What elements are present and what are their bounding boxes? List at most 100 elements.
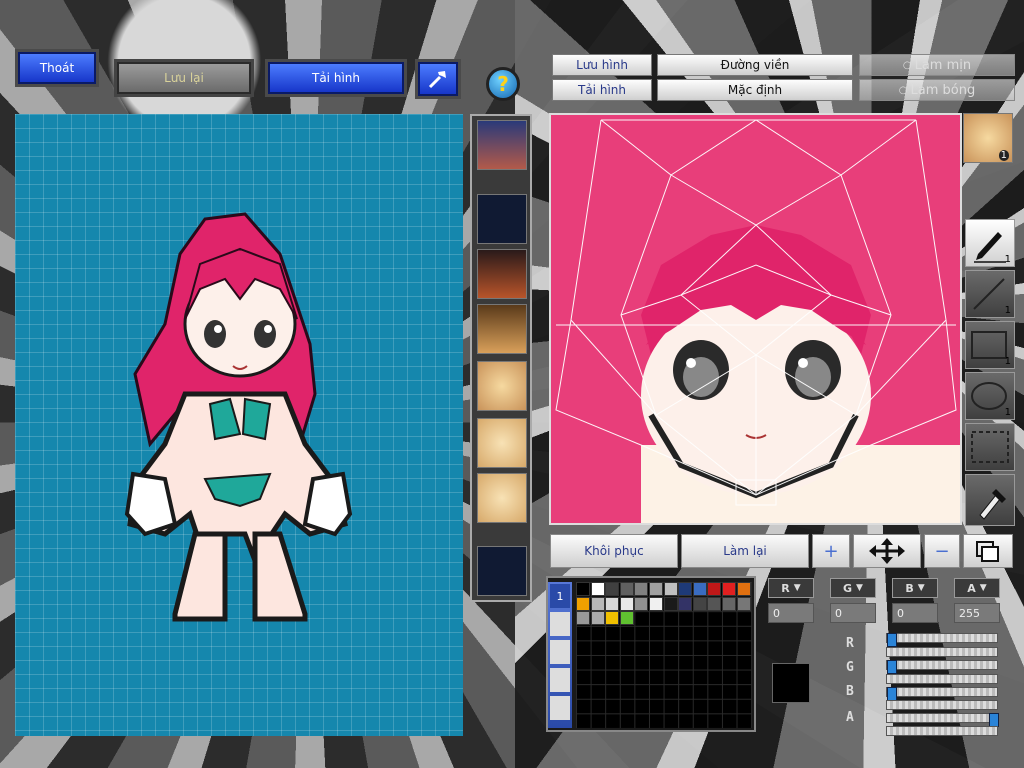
layer-toggle-button[interactable] — [963, 534, 1013, 568]
g-slider-knob[interactable] — [887, 660, 897, 674]
color-swatch[interactable] — [663, 582, 678, 596]
color-swatch-grid[interactable] — [576, 582, 752, 728]
color-swatch[interactable] — [605, 611, 620, 626]
color-swatch[interactable] — [576, 596, 590, 611]
part-face-thumb[interactable] — [477, 361, 527, 411]
chevron-down-icon: ▼ — [917, 583, 925, 593]
color-swatch[interactable] — [707, 582, 722, 596]
rectangle-tool[interactable]: 1 — [965, 321, 1015, 369]
exit-button[interactable]: Thoát — [15, 49, 99, 87]
g-slider[interactable] — [886, 660, 998, 674]
g-value-field[interactable]: 0 — [830, 603, 876, 623]
save-button[interactable]: Lưu lại — [114, 59, 254, 97]
outline-label: Đường viền — [720, 58, 790, 72]
r-slider[interactable] — [886, 633, 998, 647]
a-slider-label: A — [846, 710, 854, 725]
a-slider[interactable] — [886, 713, 999, 727]
part-strip — [470, 114, 532, 602]
b-slider-label: B — [846, 684, 854, 699]
b-value-field[interactable]: 0 — [892, 603, 938, 623]
line-tool[interactable]: 1 — [965, 270, 1015, 318]
restore-button[interactable]: Khôi phục — [550, 534, 678, 568]
color-swatch[interactable] — [678, 596, 693, 611]
color-swatch[interactable] — [619, 582, 634, 596]
color-swatch[interactable] — [576, 611, 590, 626]
part-face-thumb-2[interactable] — [477, 418, 527, 468]
r-value: 0 — [773, 606, 780, 620]
layer-tab-5[interactable] — [550, 696, 570, 720]
pen-tool[interactable]: 1 — [965, 219, 1015, 267]
color-swatch[interactable] — [634, 596, 649, 611]
ellipse-count: 1 — [1004, 407, 1011, 418]
part-head-thumb[interactable] — [477, 249, 527, 299]
preview-canvas[interactable] — [15, 114, 463, 736]
hammer-button[interactable] — [415, 59, 461, 99]
shine-option[interactable]: ○ Làm bóng — [859, 79, 1015, 101]
load-button[interactable]: Tải hình — [265, 59, 407, 97]
zoom-in-button[interactable]: + — [812, 534, 850, 568]
color-swatch[interactable] — [692, 596, 707, 611]
layer-tab-1[interactable]: 1 — [550, 584, 570, 608]
select-tool[interactable] — [965, 423, 1015, 471]
color-swatch[interactable] — [736, 596, 751, 611]
texture-canvas[interactable] — [549, 113, 962, 525]
redo-button[interactable]: Làm lại — [681, 534, 809, 568]
layer-tab-3[interactable] — [550, 640, 570, 664]
color-swatch[interactable] — [619, 596, 634, 611]
part-body-thumb[interactable] — [477, 304, 527, 354]
face-thumbnail[interactable]: 1 — [963, 113, 1013, 163]
r-channel-select[interactable]: R ▼ — [768, 578, 814, 598]
color-swatch[interactable] — [707, 596, 722, 611]
load-image-label: Tải hình — [578, 83, 626, 97]
outline-button[interactable]: Đường viền — [657, 54, 853, 76]
color-swatch[interactable] — [722, 582, 736, 596]
r-slider-knob[interactable] — [887, 633, 897, 647]
color-swatch[interactable] — [678, 582, 693, 596]
r-channel-label: R — [781, 581, 790, 595]
a-value-field[interactable]: 255 — [954, 603, 1000, 623]
face-thumb-count: 1 — [998, 150, 1009, 161]
color-swatch[interactable] — [590, 596, 605, 611]
load-image-button[interactable]: Tải hình — [552, 79, 652, 101]
face-texture — [555, 119, 960, 523]
g-channel-select[interactable]: G ▼ — [830, 578, 876, 598]
zoom-out-button[interactable]: − — [924, 534, 960, 568]
smooth-option[interactable]: ○ Làm mịn — [859, 54, 1015, 76]
chevron-down-icon: ▼ — [793, 583, 801, 593]
color-swatch[interactable] — [605, 582, 620, 596]
color-swatch[interactable] — [576, 582, 590, 596]
color-swatch[interactable] — [649, 596, 663, 611]
color-swatch[interactable] — [692, 582, 707, 596]
eyedropper-tool[interactable] — [965, 474, 1015, 526]
move-arrows-icon — [869, 538, 905, 564]
default-button[interactable]: Mặc định — [657, 79, 853, 101]
ellipse-tool[interactable]: 1 — [965, 372, 1015, 420]
part-empty-slot-2[interactable] — [477, 546, 527, 596]
layer-tab-2[interactable] — [550, 612, 570, 636]
color-swatch[interactable] — [634, 582, 649, 596]
save-image-button[interactable]: Lưu hình — [552, 54, 652, 76]
b-channel-select[interactable]: B ▼ — [892, 578, 938, 598]
layer-tab-4[interactable] — [550, 668, 570, 692]
r-value-field[interactable]: 0 — [768, 603, 814, 623]
color-swatch[interactable] — [722, 596, 736, 611]
color-swatch[interactable] — [590, 611, 605, 626]
g-slider-label: G — [846, 660, 854, 675]
color-swatch[interactable] — [619, 611, 634, 626]
a-channel-select[interactable]: A ▼ — [954, 578, 1000, 598]
color-swatch[interactable] — [736, 582, 751, 596]
help-button[interactable]: ? — [486, 67, 520, 101]
a-value: 255 — [959, 606, 980, 620]
color-swatch[interactable] — [649, 582, 663, 596]
g-channel-label: G — [843, 581, 853, 595]
part-empty-slot[interactable] — [477, 194, 527, 244]
b-slider-knob[interactable] — [887, 687, 897, 701]
color-swatch[interactable] — [663, 596, 678, 611]
a-slider-knob[interactable] — [989, 713, 999, 727]
color-swatch[interactable] — [590, 582, 605, 596]
color-swatch[interactable] — [605, 596, 620, 611]
move-button[interactable] — [853, 534, 921, 568]
part-face-thumb-3[interactable] — [477, 473, 527, 523]
b-slider[interactable] — [886, 687, 998, 701]
part-hair-thumb[interactable] — [477, 120, 527, 170]
